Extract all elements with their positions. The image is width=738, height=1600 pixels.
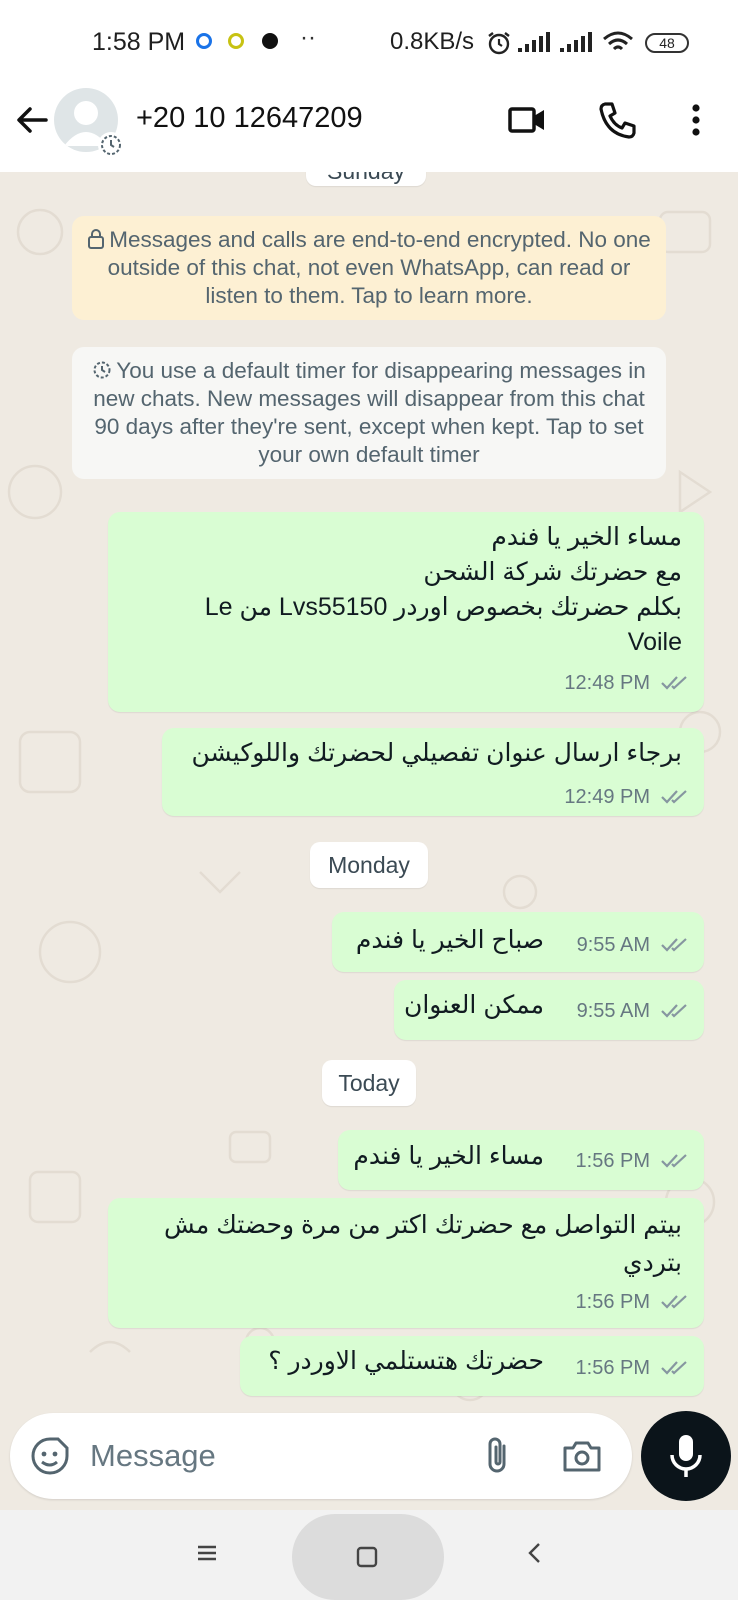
notification-icon-2 [228,33,244,49]
voice-record-button[interactable] [641,1411,731,1501]
read-receipt-icon [661,1361,687,1375]
read-receipt-icon [661,1154,687,1168]
voice-call-icon[interactable] [596,98,640,142]
back-arrow-icon[interactable] [14,102,50,138]
message-line: مساء الخير يا فندم [491,523,682,551]
encryption-notice[interactable]: Messages and calls are end-to-end encryp… [72,216,666,320]
mic-icon [670,1435,702,1477]
alarm-icon [488,32,510,55]
disappearing-timer-notice[interactable]: You use a default timer for disappearing… [72,347,666,479]
message-bubble[interactable]: ممكن العنوان 9:55 AM [394,980,704,1040]
status-time: 1:58 PM [92,28,186,56]
lock-icon [88,229,105,249]
notification-icon-1 [196,33,212,49]
recents-menu-icon[interactable] [192,1538,222,1568]
battery-indicator: 48 [645,33,689,53]
wifi-icon [603,31,633,51]
message-line: صباح الخير يا فندم [355,926,544,954]
message-composer[interactable]: Message [10,1413,632,1499]
timer-icon [93,361,111,379]
contact-name[interactable]: +20 10 12647209 [136,102,363,135]
message-time: 9:55 AM [576,1000,650,1022]
read-receipt-icon [661,938,687,952]
attach-icon[interactable] [476,1434,520,1478]
status-bar: 1:58 PM ·· 0.8KB/s 48 [0,0,738,86]
system-navigation-bar [0,1510,738,1600]
message-time: 1:56 PM [575,1291,650,1313]
notification-icon-3 [262,33,278,49]
read-receipt-icon [661,1004,687,1018]
chat-header: +20 10 12647209 [0,86,738,172]
signal-icon-1 [518,32,550,52]
message-line: Voile [627,628,682,656]
more-vert-icon[interactable] [674,98,718,142]
message-line: مساء الخير يا فندم [353,1142,544,1170]
read-receipt-icon [661,1295,687,1309]
message-bubble[interactable]: مساء الخير يا فندم 1:56 PM [338,1130,704,1190]
read-receipt-icon [661,790,687,804]
message-line: برجاء ارسال عنوان تفصيلي لحضرتك واللوكيش… [191,739,682,767]
emoji-sticker-icon[interactable] [28,1434,72,1478]
message-time: 12:49 PM [564,786,650,808]
message-bubble[interactable]: صباح الخير يا فندم 9:55 AM [332,912,704,972]
message-time: 9:55 AM [576,934,650,956]
more-notifications-icon: ·· [300,24,316,51]
read-receipt-icon [661,676,687,690]
system-back-icon[interactable] [520,1538,550,1568]
message-line: بيتم التواصل مع حضرتك اكتر من مرة وحضتك … [163,1211,682,1239]
chat-area[interactable]: Sunday Messages and calls are end-to-end… [0,172,738,1412]
message-line: بتردي [623,1249,682,1277]
video-call-icon[interactable] [506,98,550,142]
day-chip-sunday: Sunday [306,172,426,186]
message-bubble[interactable]: برجاء ارسال عنوان تفصيلي لحضرتك واللوكيش… [162,728,704,816]
day-chip-today: Today [322,1060,416,1106]
home-square-icon [356,1546,378,1568]
network-speed: 0.8KB/s [390,28,475,55]
signal-icon-2 [560,32,592,52]
message-time: 12:48 PM [564,672,650,694]
home-button[interactable] [292,1514,444,1600]
message-time: 1:56 PM [575,1150,650,1172]
message-bubble[interactable]: بيتم التواصل مع حضرتك اكتر من مرة وحضتك … [108,1198,704,1328]
message-input[interactable]: Message [90,1438,216,1474]
message-bubble[interactable]: حضرتك هتستلمي الاوردر ؟ 1:56 PM [240,1336,704,1396]
message-time: 1:56 PM [575,1357,650,1379]
disappearing-timer-icon [98,132,124,158]
day-chip-monday: Monday [310,842,428,888]
message-bubble[interactable]: مساء الخير يا فندم مع حضرتك شركة الشحن ب… [108,512,704,712]
message-line: بكلم حضرتك بخصوص اوردر Lvs55150 من Le [204,593,682,621]
message-line: حضرتك هتستلمي الاوردر ؟ [268,1347,544,1375]
message-line: مع حضرتك شركة الشحن [423,558,682,586]
message-line: ممكن العنوان [403,991,544,1019]
camera-icon[interactable] [560,1434,604,1478]
